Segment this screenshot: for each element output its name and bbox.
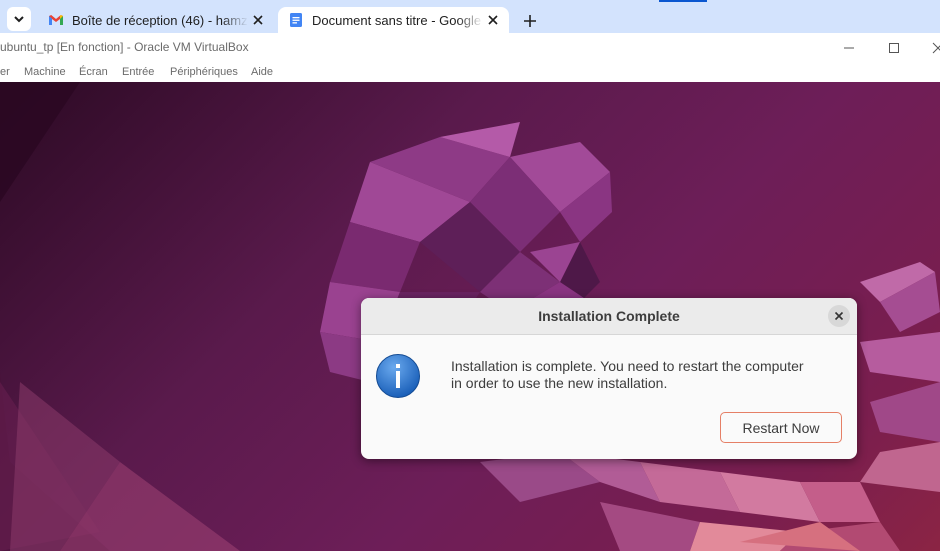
menu-item-input[interactable]: Entrée — [122, 66, 154, 78]
menu-item-machine[interactable]: Machine — [24, 66, 66, 78]
virtualbox-menu-bar: er Machine Écran Entrée Périphériques Ai… — [0, 63, 940, 83]
dialog-message: Installation is complete. You need to re… — [451, 358, 851, 392]
dialog-header: Installation Complete — [361, 298, 857, 335]
google-docs-icon — [288, 12, 304, 28]
maximize-icon — [889, 43, 899, 53]
virtualbox-title-bar: ubuntu_tp [En fonction] - Oracle VM Virt… — [0, 33, 940, 63]
tab-search-button[interactable] — [7, 7, 31, 31]
close-icon — [932, 42, 940, 54]
tab-strip-accent — [659, 0, 707, 2]
close-icon — [834, 311, 844, 321]
window-title: ubuntu_tp [En fonction] - Oracle VM Virt… — [0, 40, 249, 54]
new-tab-button[interactable] — [519, 10, 541, 32]
browser-tab-strip: Boîte de réception (46) - hamza Document… — [0, 0, 940, 33]
gmail-icon — [48, 12, 64, 28]
chevron-down-icon — [14, 16, 24, 23]
close-icon[interactable] — [483, 10, 503, 30]
minimize-button[interactable] — [839, 39, 859, 57]
dialog-title: Installation Complete — [538, 308, 680, 324]
info-icon — [376, 354, 420, 398]
menu-item-help[interactable]: Aide — [251, 66, 273, 78]
dialog-message-line: in order to use the new installation. — [451, 375, 668, 391]
close-icon[interactable] — [248, 10, 268, 30]
dialog-close-button[interactable] — [828, 305, 850, 327]
dialog-message-line: Installation is complete. You need to re… — [451, 358, 804, 374]
restart-now-button[interactable]: Restart Now — [720, 412, 842, 443]
plus-icon — [524, 15, 536, 27]
installation-complete-dialog: Installation Complete Installation is co… — [361, 298, 857, 459]
maximize-button[interactable] — [884, 39, 904, 57]
tab-title: Boîte de réception (46) - hamza — [72, 12, 248, 28]
minimize-icon — [844, 47, 854, 49]
tab-google-docs[interactable]: Document sans titre - Google D — [278, 7, 509, 33]
tab-title: Document sans titre - Google D — [312, 12, 483, 28]
close-window-button[interactable] — [928, 39, 940, 57]
menu-item-devices[interactable]: Périphériques — [170, 66, 238, 78]
menu-item-file[interactable]: er — [0, 66, 10, 78]
tab-gmail[interactable]: Boîte de réception (46) - hamza — [38, 7, 274, 33]
menu-item-screen[interactable]: Écran — [79, 66, 108, 78]
